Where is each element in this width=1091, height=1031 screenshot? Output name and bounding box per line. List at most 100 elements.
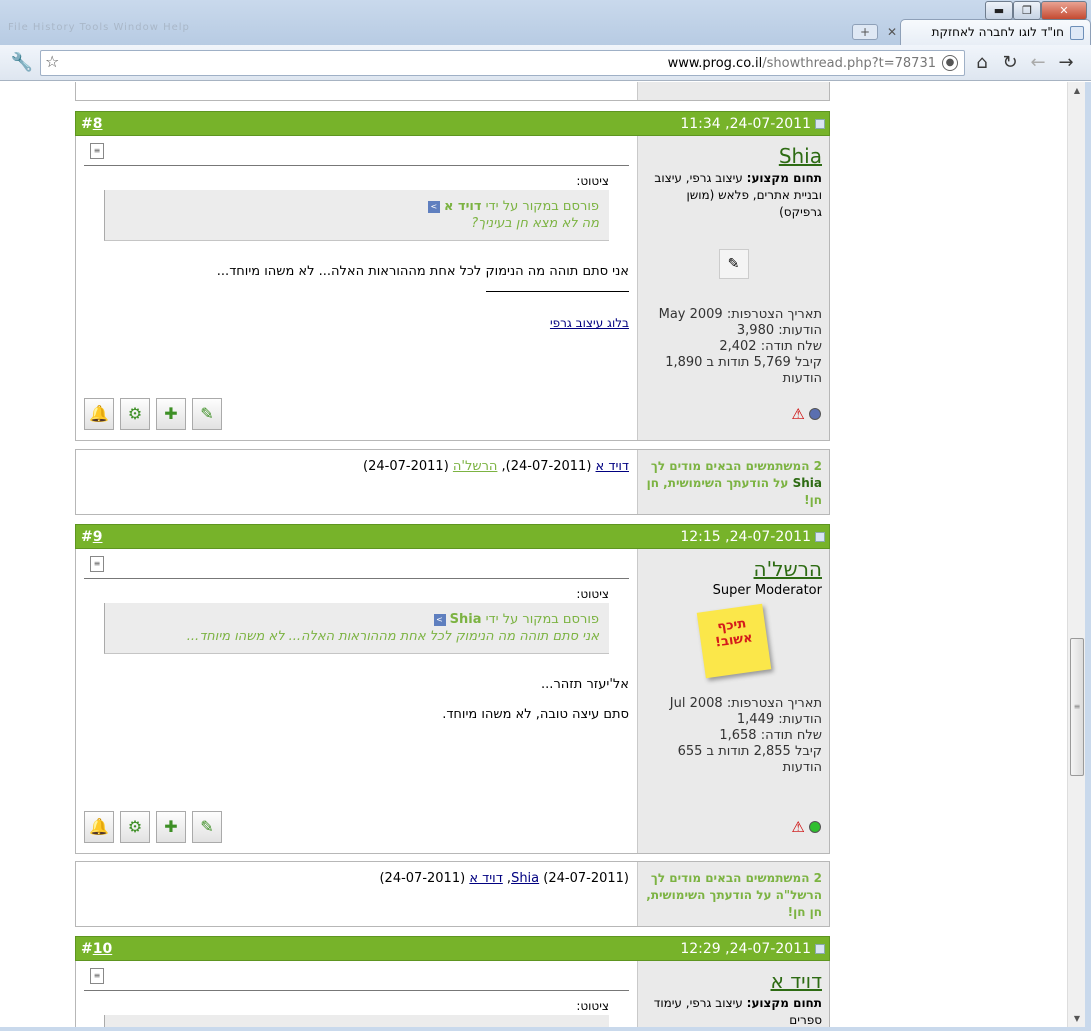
post-doc-icon [815, 119, 825, 129]
report-icon[interactable]: ⚠ [789, 819, 804, 835]
window-titlebar: File History Tools Window Help + ✕ חו"ד … [0, 0, 1091, 45]
thanks-user-link[interactable]: דויד א [596, 459, 629, 474]
thanks-title: 2 המשתמשים הבאים מודים לך הרשל"ה על הודע… [637, 862, 829, 926]
post-date: 24-07-2011, 12:29 [680, 941, 825, 957]
back-icon[interactable]: ← [1026, 51, 1050, 75]
user-specialty: תחום מקצוע: עיצוב גרפי, עיצוב ובניית אתר… [654, 171, 822, 219]
user-status: ⚠ [771, 819, 821, 839]
post-number-link[interactable]: 8 [93, 116, 103, 132]
message-pane: ≡ ציטוט: [76, 961, 637, 1027]
post-number[interactable]: #9 [81, 529, 102, 545]
post-body: Shia תחום מקצוע: עיצוב גרפי, עיצוב ובניי… [75, 136, 830, 441]
post-number-link[interactable]: 10 [93, 941, 112, 957]
home-icon[interactable]: ⌂ [970, 51, 994, 75]
multiquote-icon[interactable]: ✚ [156, 811, 186, 843]
new-tab-button[interactable]: + [852, 24, 878, 40]
post-doc-icon: ≡ [90, 556, 104, 572]
post-header: 24-07-2011, 12:29 #10 [75, 936, 830, 961]
post-body: דויד א תחום מקצוע: עיצוב גרפי, עימוד ספר… [75, 961, 830, 1027]
scroll-up-arrow-icon[interactable]: ▲ [1068, 82, 1086, 99]
signature-divider [486, 291, 629, 292]
bookmark-star-icon[interactable]: ☆ [45, 52, 59, 71]
tab-title: חו"ד לוגו לחברה לאחזקת [931, 25, 1064, 39]
multiquote-icon[interactable]: ✚ [156, 398, 186, 430]
user-status: ⚠ [771, 406, 821, 426]
post-doc-icon [815, 944, 825, 954]
post-10: 24-07-2011, 12:29 #10 דויד א תחום מקצוע:… [75, 936, 830, 1027]
post-doc-icon: ≡ [90, 143, 104, 159]
user-specialty: תחום מקצוע: עיצוב גרפי, עימוד ספרים [653, 996, 822, 1027]
scroll-thumb[interactable]: ≡ [1070, 638, 1084, 776]
post-body: הרשל'ה Super Moderator תיכף אשוב! תאריך … [75, 549, 830, 854]
gear-icon[interactable]: ⚙ [120, 811, 150, 843]
post-number[interactable]: #8 [81, 116, 102, 132]
address-bar[interactable]: ☆ www.prog.co.il/showthread.php?t=78731 … [40, 50, 965, 76]
thanks-title: 2 המשתמשים הבאים מודים לך Shia על הודעתך… [637, 450, 829, 514]
report-icon[interactable]: ⚠ [789, 406, 804, 422]
username[interactable]: הרשל'ה [645, 557, 822, 581]
post-doc-icon [815, 532, 825, 542]
message-pane: ≡ ציטוט: פורסם במקור על ידי דויד א > מה … [76, 136, 637, 440]
thanks-user-link[interactable]: Shia [511, 871, 539, 886]
browser-toolbar: 🔧 ☆ www.prog.co.il/showthread.php?t=7873… [0, 45, 1091, 81]
thanks-users: (24-07-2011) Shia, דויד א (24-07-2011) [379, 871, 629, 886]
scroll-down-arrow-icon[interactable]: ▼ [1068, 1010, 1086, 1027]
post-header: 24-07-2011, 11:34 #8 [75, 111, 830, 136]
user-info: הרשל'ה Super Moderator תיכף אשוב! תאריך … [637, 549, 829, 853]
page-content: 24-07-2011, 11:34 #8 Shia תחום מקצוע: עי… [0, 82, 1067, 1027]
post-date: 24-07-2011, 12:15 [680, 529, 825, 545]
quote-box [104, 1015, 609, 1027]
username[interactable]: דויד א [645, 969, 822, 993]
thanks-users: דויד א (24-07-2011), הרשל'ה (24-07-2011) [363, 459, 629, 474]
settings-wrench-icon[interactable]: 🔧 [10, 51, 34, 75]
window-frame-right [1085, 82, 1091, 1027]
thanks-box-1: 2 המשתמשים הבאים מודים לך Shia על הודעתך… [75, 449, 830, 515]
online-status-icon [809, 821, 821, 833]
quote-icon[interactable]: ✎ [192, 811, 222, 843]
vertical-scrollbar[interactable]: ▲ ≡ ▼ [1067, 82, 1085, 1027]
post-number[interactable]: #10 [81, 941, 112, 957]
thanks-user-link[interactable]: דויד א [469, 871, 502, 886]
post-date: 24-07-2011, 11:34 [680, 116, 825, 132]
quote-label: ציטוט: [576, 999, 609, 1013]
menu-hint: File History Tools Window Help [8, 22, 190, 33]
minimize-button[interactable]: ▬ [985, 1, 1013, 20]
post-buttons: 🔔 ⚙ ✚ ✎ [84, 398, 222, 430]
bell-icon[interactable]: 🔔 [84, 398, 114, 430]
gear-icon[interactable]: ⚙ [120, 398, 150, 430]
user-info: דויד א תחום מקצוע: עיצוב גרפי, עימוד ספר… [637, 961, 829, 1027]
forward-icon[interactable]: → [1054, 51, 1078, 75]
user-stats: תאריך הצטרפות: May 2009 הודעות: 3,980 של… [658, 307, 822, 386]
quote-box: פורסם במקור על ידי Shia > אני סתם תוהה מ… [104, 603, 609, 654]
message-text: אני סתם תוהה מה הנימוק לכל אחת מההוראות … [216, 264, 629, 279]
browser-tab[interactable]: ✕ חו"ד לוגו לחברה לאחזקת [887, 19, 1091, 45]
message-pane: ≡ ציטוט: פורסם במקור על ידי Shia > אני ס… [76, 549, 637, 853]
post-buttons: 🔔 ⚙ ✚ ✎ [84, 811, 222, 843]
message-text: אל'יעזר תזהר... [541, 677, 629, 692]
username[interactable]: Shia [645, 144, 822, 168]
post-number-link[interactable]: 9 [93, 529, 103, 545]
view-post-icon[interactable]: > [427, 200, 440, 213]
post-doc-icon: ≡ [90, 968, 104, 984]
globe-icon: ● [942, 55, 958, 71]
quote-box: פורסם במקור על ידי דויד א > מה לא מצא חן… [104, 190, 609, 241]
quote-icon[interactable]: ✎ [192, 398, 222, 430]
wand-avatar-icon: ✎ [718, 249, 749, 279]
tab-close-icon[interactable]: ✕ [887, 25, 897, 39]
tab-favicon-icon [1070, 26, 1084, 40]
online-status-icon [809, 408, 821, 420]
thanks-user-link[interactable]: הרשל'ה [453, 459, 498, 474]
previous-post-stub [75, 82, 830, 101]
close-button[interactable]: ✕ [1041, 1, 1087, 20]
message-text: סתם עיצה טובה, לא משהו מיוחד. [442, 707, 629, 722]
user-avatar: תיכף אשוב! [696, 603, 771, 679]
user-title: Super Moderator [712, 583, 822, 598]
url-text: www.prog.co.il/showthread.php?t=78731 [667, 56, 936, 71]
quote-label: ציטוט: [576, 587, 609, 601]
signature-link[interactable]: בלוג עיצוב גרפי [550, 316, 629, 330]
user-stats: תאריך הצטרפות: Jul 2008 הודעות: 1,449 של… [669, 696, 822, 775]
view-post-icon[interactable]: > [433, 613, 446, 626]
maximize-button[interactable]: ❐ [1013, 1, 1041, 20]
reload-icon[interactable]: ↻ [998, 51, 1022, 75]
bell-icon[interactable]: 🔔 [84, 811, 114, 843]
